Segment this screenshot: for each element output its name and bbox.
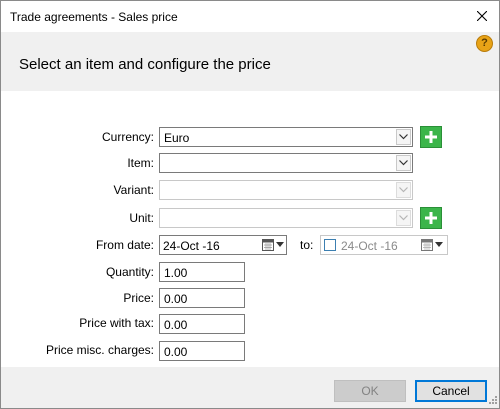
quantity-field[interactable]: 1.00 xyxy=(159,262,245,282)
close-button[interactable] xyxy=(471,5,493,27)
chevron-down-icon xyxy=(399,215,408,221)
resize-grip-icon[interactable] xyxy=(487,396,497,406)
page-title: Select an item and configure the price xyxy=(19,56,271,73)
price-with-tax-label: Price with tax: xyxy=(79,316,154,330)
add-unit-button[interactable] xyxy=(420,207,442,229)
chevron-down-icon xyxy=(399,134,408,140)
calendar-icon[interactable] xyxy=(421,238,433,251)
price-form: Currency: Euro Item: Variant: Unit: From… xyxy=(1,91,499,367)
price-misc-charges-value: 0.00 xyxy=(164,345,188,359)
price-label: Price: xyxy=(123,291,154,305)
price-misc-charges-field[interactable]: 0.00 xyxy=(159,341,245,361)
to-date-checkbox[interactable] xyxy=(324,239,336,251)
from-date-picker[interactable]: 24-Oct -16 xyxy=(159,235,287,255)
calendar-icon[interactable] xyxy=(262,238,274,251)
quantity-label: Quantity: xyxy=(105,265,154,279)
cancel-button[interactable]: Cancel xyxy=(415,380,487,402)
variant-label: Variant: xyxy=(113,183,154,197)
from-date-label: From date: xyxy=(95,238,154,252)
close-icon xyxy=(477,11,487,21)
variant-dropdown-button[interactable] xyxy=(396,182,411,198)
header-band: Select an item and configure the price ? xyxy=(1,32,499,91)
currency-value: Euro xyxy=(164,131,190,145)
currency-dropdown-button[interactable] xyxy=(396,129,411,145)
plus-icon xyxy=(425,212,437,224)
chevron-down-icon xyxy=(276,242,284,247)
to-date-picker[interactable]: 24-Oct -16 xyxy=(320,235,448,255)
chevron-down-icon xyxy=(399,160,408,166)
price-value: 0.00 xyxy=(164,292,188,306)
unit-label: Unit: xyxy=(129,211,154,225)
price-with-tax-value: 0.00 xyxy=(164,318,188,332)
window-title: Trade agreements - Sales price xyxy=(10,10,178,24)
item-dropdown[interactable] xyxy=(159,153,413,173)
unit-dropdown[interactable] xyxy=(159,208,413,228)
variant-dropdown[interactable] xyxy=(159,180,413,200)
quantity-value: 1.00 xyxy=(164,266,188,280)
to-date-label: to: xyxy=(300,238,314,252)
currency-dropdown[interactable]: Euro xyxy=(159,127,413,147)
item-label: Item: xyxy=(127,156,154,170)
title-bar: Trade agreements - Sales price xyxy=(1,1,499,32)
chevron-down-icon xyxy=(399,187,408,193)
to-date-value: 24-Oct -16 xyxy=(341,239,398,253)
chevron-down-icon xyxy=(435,242,443,247)
item-dropdown-button[interactable] xyxy=(396,155,411,171)
price-with-tax-field[interactable]: 0.00 xyxy=(159,314,245,334)
plus-icon xyxy=(425,131,437,143)
ok-button[interactable]: OK xyxy=(334,380,406,402)
price-field[interactable]: 0.00 xyxy=(159,288,245,308)
button-bar: OK Cancel xyxy=(1,367,499,408)
currency-label: Currency: xyxy=(101,130,154,144)
help-icon[interactable]: ? xyxy=(476,35,493,52)
from-date-value: 24-Oct -16 xyxy=(163,239,220,253)
add-currency-button[interactable] xyxy=(420,126,442,148)
price-misc-charges-label: Price misc. charges: xyxy=(45,343,154,357)
dialog-window: Trade agreements - Sales price Select an… xyxy=(0,0,500,409)
unit-dropdown-button[interactable] xyxy=(396,210,411,226)
